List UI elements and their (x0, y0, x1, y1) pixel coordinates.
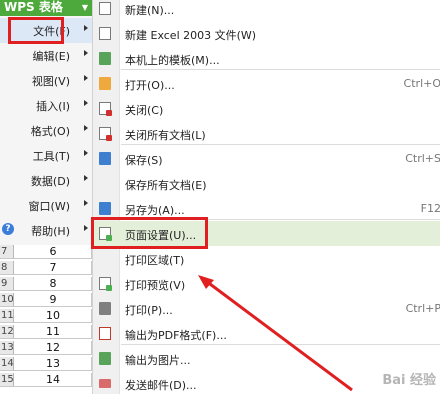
watermark: Bai 经验 (382, 373, 436, 388)
annotation-arrow (198, 275, 353, 392)
annotation-arrow-line (205, 279, 353, 392)
